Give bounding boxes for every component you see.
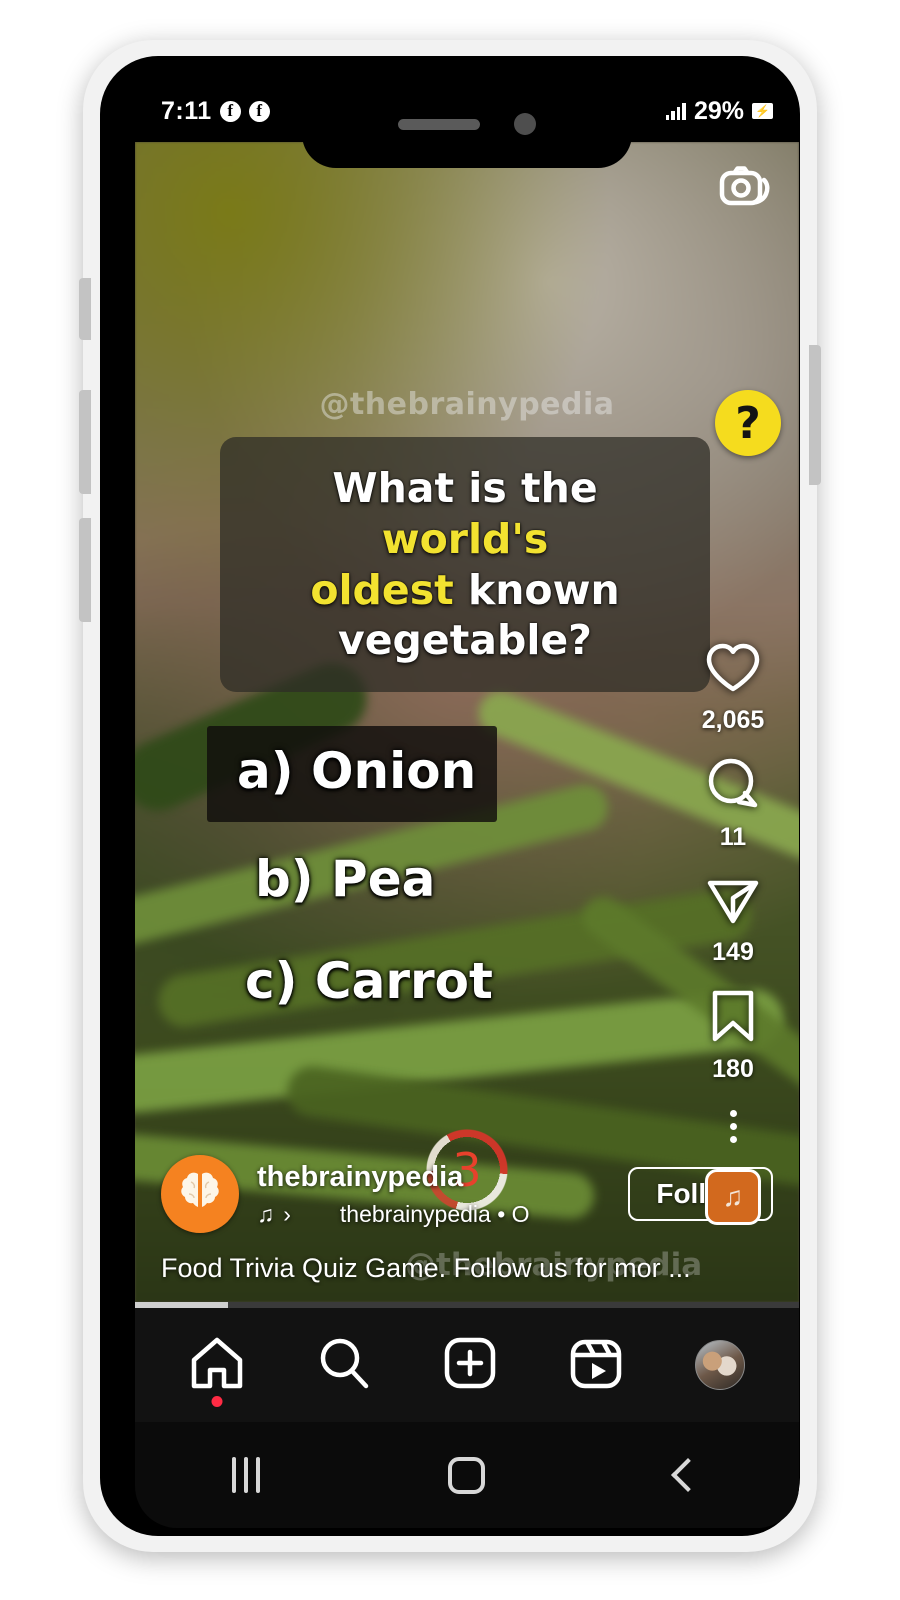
facebook-icon: f [219,100,241,122]
signal-bars-icon [665,102,686,120]
battery-percent: 29% [693,96,744,125]
comment-count: 11 [719,823,747,851]
audio-thumbnail-button[interactable]: ♫ [705,1169,761,1225]
profile-avatar-icon [695,1340,745,1390]
send-icon [706,874,760,931]
question-highlight-worlds: world's [381,514,549,563]
quiz-answer-c[interactable]: c) Carrot [245,952,493,1010]
like-count: 2,065 [701,706,765,734]
power-button[interactable] [809,345,821,485]
question-segment-1: What is the [332,464,598,512]
battery-charging-icon: ⚡ [752,103,773,119]
facebook-icon: f [248,100,270,122]
phone-frame: @thebrainypedia @thebrainypedia ? What i… [79,40,821,1552]
username[interactable]: thebrainypedia [257,1160,610,1195]
more-options-icon[interactable] [729,1110,737,1143]
more-dot [729,1123,737,1130]
like-button[interactable]: 2,065 [701,642,765,735]
android-recents-button[interactable] [201,1445,291,1505]
camera-remix-icon[interactable] [719,164,771,215]
audio-attribution[interactable]: ♫ › thebrainypedia • O [257,1201,610,1228]
phone-bezel: @thebrainypedia @thebrainypedia ? What i… [100,56,800,1536]
more-dot [729,1110,737,1117]
chevron-right-icon: › [283,1200,291,1227]
post-caption[interactable]: Food Trivia Quiz Game. Follow us for mor… [161,1251,773,1286]
notch [302,80,632,168]
plus-square-icon [443,1336,497,1395]
quiz-answer-b[interactable]: b) Pea [255,850,435,908]
nav-item-search[interactable] [317,1336,371,1395]
home-square-icon [448,1456,486,1494]
nav-item-home[interactable] [189,1336,245,1407]
question-segment-3: vegetable? [338,616,592,665]
bottom-navigation [135,1308,799,1422]
assistant-button[interactable] [79,518,91,622]
audio-title: thebrainypedia • O [339,1200,530,1227]
android-navigation-bar [135,1422,799,1528]
quiz-question-card: What is the world's oldest known vegetab… [220,437,710,693]
phone-screen: @thebrainypedia @thebrainypedia ? What i… [135,80,799,1528]
save-count: 180 [712,1055,754,1083]
earpiece-speaker [398,118,480,130]
heart-icon [705,642,761,699]
more-dot [729,1136,737,1143]
recents-icon [231,1457,260,1493]
volume-up-button[interactable] [79,278,91,340]
share-button[interactable]: 149 [706,874,760,967]
bookmark-icon [708,989,758,1048]
front-camera [514,113,536,135]
notification-badge [211,1395,223,1407]
quiz-answer-a[interactable]: a) Onion [237,742,476,800]
quiz-question-text: What is the world's oldest known vegetab… [242,463,688,666]
music-note-icon: ♫ [722,1181,744,1212]
profile-row: thebrainypedia ♫ › thebrainypedia • O Fo… [161,1154,773,1233]
brain-icon [177,1169,223,1218]
question-segment-2: known [453,565,620,614]
comment-icon [706,757,760,816]
status-clock: 7:11 [161,96,212,125]
profile-text: thebrainypedia ♫ › thebrainypedia • O [257,1160,610,1228]
nav-item-profile[interactable] [695,1340,745,1390]
nav-item-create[interactable] [443,1336,497,1395]
status-bar-left: 7:11 f f [161,97,270,126]
video-watermark: @thebrainypedia [319,387,615,422]
search-icon [317,1336,371,1395]
home-icon [189,1336,245,1395]
android-back-button[interactable] [643,1445,733,1505]
android-home-button[interactable] [422,1445,512,1505]
save-button[interactable]: 180 [708,989,758,1084]
share-count: 149 [712,938,754,966]
music-note-icon: ♫ [257,1200,275,1227]
status-bar-right: 29% ⚡ [665,96,773,126]
nav-item-reels[interactable] [569,1336,623,1395]
question-badge: ? [715,390,781,456]
comment-button[interactable]: 11 [706,757,760,852]
action-rail: 2,065 11 149 180 ♫ [687,642,779,1225]
volume-down-button[interactable] [79,390,91,494]
reels-icon [569,1336,623,1395]
avatar[interactable] [161,1154,239,1233]
reel-video[interactable]: @thebrainypedia @thebrainypedia ? What i… [135,142,799,1302]
back-chevron-icon [671,1458,706,1492]
question-highlight-oldest: oldest [310,565,454,614]
